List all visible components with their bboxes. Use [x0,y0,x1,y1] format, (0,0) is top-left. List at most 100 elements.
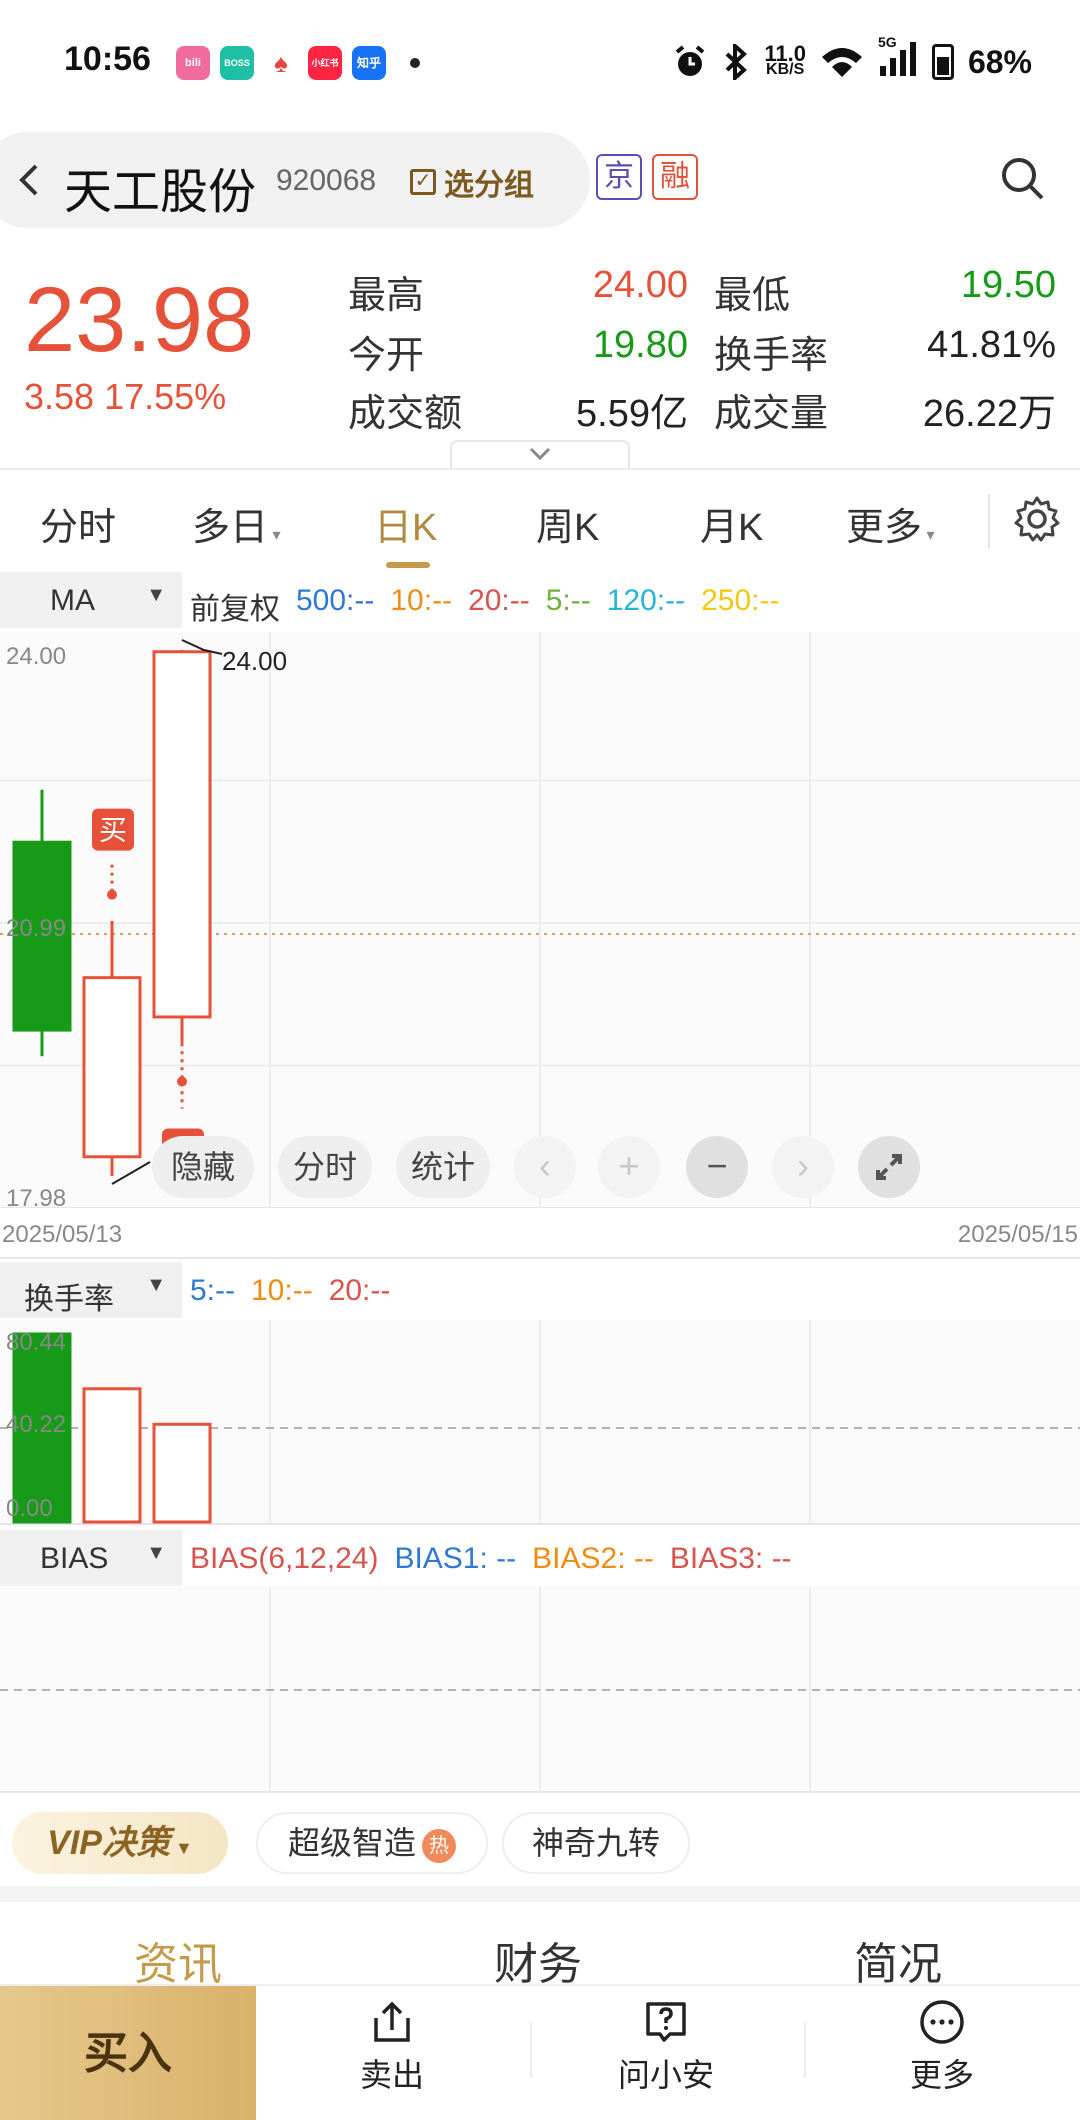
y-axis-bottom-label: 17.98 [6,1185,66,1212]
more-button[interactable]: 更多 [842,1998,1042,2096]
tab-multi-day[interactable]: 多日 ▾ [192,496,281,551]
ma-legend-item: 120:-- [606,584,686,617]
tab-daily-k[interactable]: 日K [374,496,437,551]
bluetooth-icon [725,44,748,80]
alarm-icon [676,45,705,76]
amount-label: 成交额 [348,393,463,435]
y-axis-mid-label: 20.99 [6,915,66,942]
tab-intraday[interactable]: 分时 [40,496,116,551]
low-value: 19.50 [960,264,1056,306]
question-bubble-icon [646,2002,686,2042]
boss-app-icon: BOSS [220,46,254,80]
margin-tag-rong[interactable]: 融 [652,154,698,200]
hide-button[interactable]: 隐藏 [152,1136,254,1198]
adjust-mode[interactable]: 前复权 [190,584,280,628]
gear-icon[interactable] [1012,494,1062,544]
intraday-button[interactable]: 分时 [278,1136,372,1198]
zoom-in-icon[interactable]: + [598,1136,660,1198]
battery-icon [931,44,954,80]
bilibili-app-icon: bili [176,46,210,80]
turnover-rate-value: 41.81% [927,324,1056,366]
market-tag-jing[interactable]: 京 [596,154,642,200]
turnover-legend-item: 20:-- [328,1274,391,1307]
buy-button[interactable]: 买入 [0,1986,256,2120]
notification-icons: bili BOSS ♠ 小红书 知乎 [176,46,420,80]
bias-legend: BIAS(6,12,24) BIAS1: -- BIAS2: -- BIAS3:… [190,1542,792,1576]
stock-code: 920068 [276,164,377,197]
bias-legend-item: BIAS3: -- [669,1542,792,1575]
xiaohongshu-app-icon: 小红书 [308,46,342,80]
vip-decision-button[interactable]: VIP决策 ▼ [12,1812,228,1874]
open-label: 今开 [348,335,425,377]
zhihu-app-icon: 知乎 [352,46,386,80]
ask-assistant-button[interactable]: 问小安 [566,1998,766,2096]
tab-more[interactable]: 更多 ▾ [846,496,935,551]
tab-monthly-k[interactable]: 月K [700,496,763,551]
quote-panel: 23.98 3.58 17.55% 最高 24.00 最低 19.50 今开 1… [0,250,1080,468]
amount-value: 5.59亿 [576,393,688,435]
turnover-rate-label: 换手率 [714,335,829,377]
high-marker-label: 24.00 [222,646,287,676]
dropdown-arrow-icon: ▼ [146,1274,166,1296]
turnover-legend-item: 5:-- [190,1274,235,1307]
status-right: 11.0 KB/S 5G 68% [672,34,1032,84]
more-dots-icon [920,2000,964,2044]
turnover-bar [152,1422,212,1524]
back-icon[interactable] [14,160,44,200]
tab-news[interactable]: 资讯 [134,1928,222,1992]
status-bar: 10:56 bili BOSS ♠ 小红书 知乎 11.0 KB/S 5G 68% [0,0,1080,120]
expand-quote-toggle[interactable] [450,440,630,468]
wifi-icon [821,48,862,77]
candle-body [82,976,142,1159]
main-indicator-selector[interactable]: MA ▼ [0,572,182,628]
action-separator [804,2022,806,2078]
buy-marker-text: 买 [99,815,127,846]
date-band [0,1208,1080,1258]
period-tabs: 分时 多日 ▾ 日K 周K 月K 更多 ▾ [0,470,1080,570]
ma-legend-item: 250:-- [701,584,780,617]
open-value: 19.80 [592,324,688,366]
buy-marker-dot [107,889,117,900]
hot-badge: 热 [422,1828,456,1863]
super-smart-button[interactable]: 超级智造热 [256,1812,488,1874]
stock-header: 天工股份 920068 ✓ 选分组 京 融 [0,130,1080,230]
bias-legend-item: BIAS(6,12,24) [190,1542,379,1575]
card-app-icon: ♠ [264,46,298,80]
date-start-label: 2025/05/13 [2,1221,122,1248]
search-icon[interactable] [998,154,1046,202]
tab-finance[interactable]: 财务 [494,1928,582,1992]
upload-icon [374,2001,410,2042]
action-separator [530,2022,532,2078]
main-legend: 前复权 500:-- 10:-- 20:-- 5:-- 120:-- 250:-… [190,584,780,628]
zoom-out-icon[interactable]: − [686,1136,748,1198]
candle-body [152,650,212,1019]
current-price: 23.98 [24,269,255,371]
chevron-down-icon [529,447,551,461]
add-to-group-button[interactable]: ✓ 选分组 [410,160,534,204]
prev-icon[interactable]: ‹ [514,1136,576,1198]
magic-nine-button[interactable]: 神奇九转 [502,1812,690,1874]
active-tab-indicator [386,562,430,568]
turnover-indicator-selector[interactable]: 换手率 ▼ [0,1262,182,1318]
fullscreen-icon[interactable] [858,1136,920,1198]
ma-legend-item: 5:-- [545,584,591,617]
high-label: 最高 [348,275,425,317]
dropdown-arrow-icon: ▼ [146,1542,166,1564]
status-time: 10:56 [64,40,151,78]
turnover-legend-item: 10:-- [251,1274,313,1307]
turnover-y-mid: 40.22 [6,1411,66,1438]
ma-legend-item: 10:-- [390,584,453,617]
bias-indicator-selector[interactable]: BIAS ▼ [0,1530,182,1586]
ma-legend-item: 500:-- [296,584,375,617]
sell-button[interactable]: 卖出 [292,1998,492,2096]
buy-marker-dot [177,1076,187,1087]
tab-profile[interactable]: 简况 [854,1928,942,1992]
stats-button[interactable]: 统计 [396,1136,490,1198]
low-label: 最低 [714,275,791,317]
tab-weekly-k[interactable]: 周K [536,496,599,551]
bias-legend-item: BIAS1: -- [394,1542,517,1575]
battery-percent: 68% [967,43,1032,80]
next-icon[interactable]: › [772,1136,834,1198]
tab-separator [988,494,990,548]
info-tabs: 资讯 财务 简况 [0,1902,1080,1989]
